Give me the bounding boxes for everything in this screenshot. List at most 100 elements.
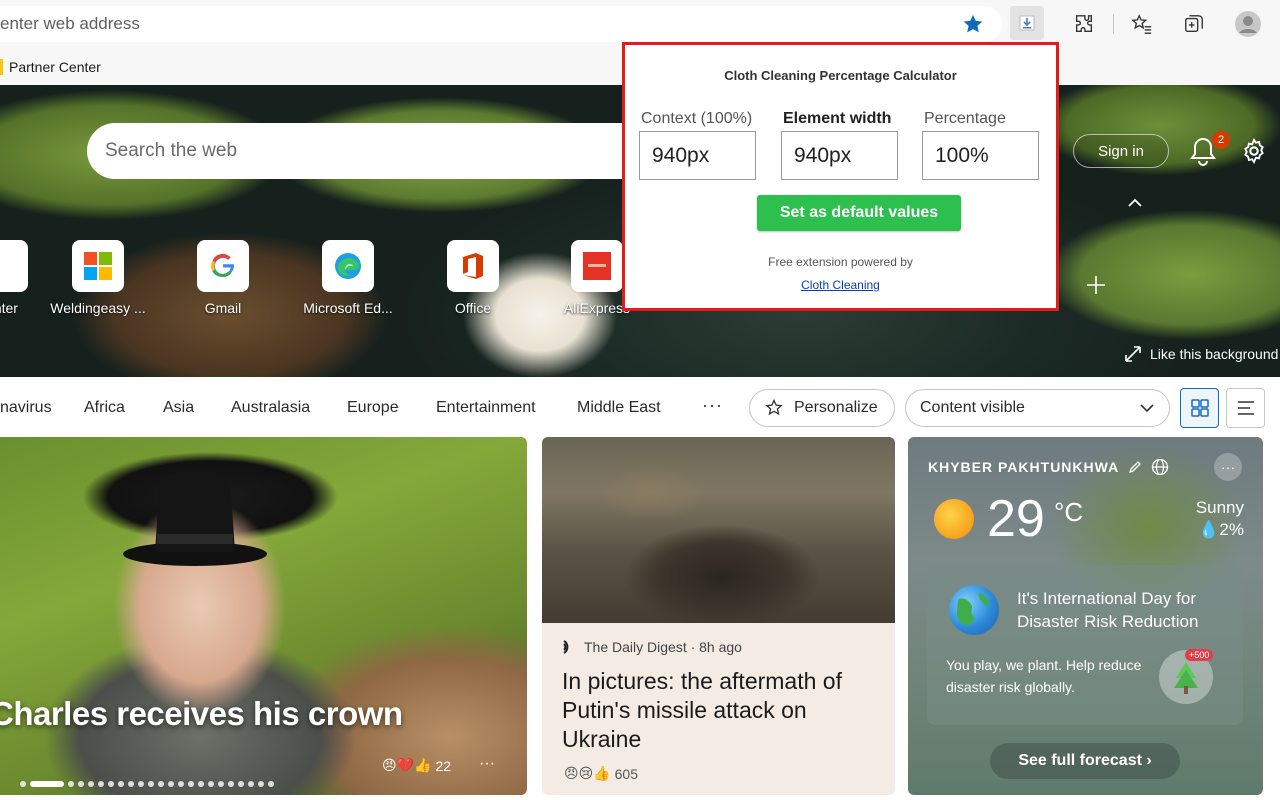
web-search-box[interactable] [87,123,647,179]
carousel-dot[interactable] [20,781,26,787]
quick-link-tile[interactable]: Microsoft Ed... [278,240,418,320]
promo-badge-count: +500 [1185,649,1214,661]
carousel-dot[interactable] [88,781,94,787]
favorites-list-icon[interactable] [1126,8,1158,40]
carousel-dot[interactable] [178,781,184,787]
grid-layout-button[interactable] [1180,388,1219,428]
content-visibility-dropdown[interactable]: Content visible [905,389,1170,427]
carousel-indicator [20,781,274,787]
google-logo-icon [197,240,249,292]
nav-item[interactable]: Middle East [577,399,661,417]
carousel-dot[interactable] [218,781,224,787]
element-width-field-group: Element width [781,110,901,180]
extensions-puzzle-icon[interactable] [1068,8,1100,40]
content-visibility-value: Content visible [920,399,1025,416]
context-input[interactable] [639,131,756,180]
personalize-button[interactable]: Personalize [749,389,895,427]
tile-label: Gmail [204,300,242,316]
cloth-cleaning-link[interactable]: Cloth Cleaning [625,278,1056,292]
element-width-input[interactable] [781,131,898,180]
carousel-dot[interactable] [188,781,194,787]
nav-item[interactable]: Entertainment [436,399,536,417]
news-source-line: The Daily Digest · 8h ago [562,639,742,655]
edge-logo-icon [322,240,374,292]
collapse-chevron-up-icon[interactable] [1125,193,1145,213]
publisher-logo-icon [563,640,569,654]
news-card[interactable]: The Daily Digest · 8h ago In pictures: t… [542,437,895,795]
reaction-summary[interactable]: 😠💔👍 22 [382,757,451,774]
nav-item[interactable]: Asia [163,399,194,417]
nav-item[interactable]: Australasia [231,399,310,417]
weather-more-button[interactable]: ··· [1214,453,1242,481]
list-layout-icon [1237,401,1254,415]
edit-pencil-icon[interactable] [1127,459,1143,475]
reaction-emojis-icon: 😠💔👍 [382,757,432,773]
carousel-dot[interactable] [118,781,124,787]
personalize-label: Personalize [794,399,878,416]
disaster-day-promo[interactable]: It's International Day for Disaster Risk… [927,565,1243,725]
web-search-input[interactable] [105,140,605,162]
extension-popup: Cloth Cleaning Percentage Calculator Con… [622,42,1059,311]
favorite-star-icon[interactable] [957,8,989,40]
nav-item[interactable]: Europe [347,399,399,417]
weather-location-text: KHYBER PAKHTUNKHWA [928,459,1120,475]
globe-icon[interactable] [1151,458,1169,476]
carousel-dot-active[interactable] [30,781,64,787]
news-headline[interactable]: In pictures: the aftermath of Putin's mi… [562,667,882,754]
carousel-dot[interactable] [158,781,164,787]
quick-link-tile[interactable]: Weldingeasy ... [28,240,168,320]
powered-by-text: Free extension powered by [768,255,913,269]
nav-item[interactable]: navirus [0,399,52,417]
carousel-dot[interactable] [228,781,234,787]
nav-item[interactable]: Africa [84,399,125,417]
expand-arrows-icon [1125,346,1141,362]
bookmark-partner-center[interactable]: Partner Center [0,56,101,78]
sign-in-button[interactable]: Sign in [1073,134,1169,168]
carousel-dot[interactable] [198,781,204,787]
address-bar[interactable] [0,6,1002,42]
bookmark-favicon-icon [0,59,3,75]
address-input[interactable] [0,6,940,42]
list-layout-button[interactable] [1226,388,1265,428]
carousel-dot[interactable] [248,781,254,787]
collections-icon[interactable] [1178,8,1210,40]
carousel-dot[interactable] [268,781,274,787]
news-source-text: The Daily Digest · 8h ago [584,639,742,655]
temperature-unit[interactable]: °C [1054,497,1083,528]
tile-app-icon [0,240,28,292]
carousel-dot[interactable] [138,781,144,787]
carousel-dot[interactable] [98,781,104,787]
top-hat-illustration [123,470,267,566]
notification-count-badge: 2 [1212,131,1230,149]
top-story-headline: Charles receives his crown [0,695,403,732]
extension-button-icon[interactable] [1010,6,1044,40]
nav-more-button[interactable]: ··· [702,395,723,416]
news-category-nav: navirus Africa Asia Australasia Europe E… [0,377,1280,437]
carousel-dot[interactable] [128,781,134,787]
percentage-label: Percentage [924,110,1006,127]
percentage-input[interactable] [922,131,1039,180]
carousel-dot[interactable] [68,781,74,787]
reaction-summary[interactable]: 😠😢👍 605 [564,765,638,782]
carousel-dot[interactable] [78,781,84,787]
weather-card[interactable]: KHYBER PAKHTUNKHWA ··· 29 °C Sunny 💧2% I… [908,437,1263,795]
card-more-button[interactable]: ··· [479,755,495,773]
profile-avatar-icon[interactable] [1232,8,1264,40]
carousel-dot[interactable] [238,781,244,787]
set-default-values-button[interactable]: Set as default values [757,195,961,231]
see-full-forecast-button[interactable]: See full forecast › [990,743,1180,779]
like-background-link[interactable]: Like this background [1124,345,1278,363]
settings-gear-icon[interactable] [1240,137,1268,165]
toolbar-divider [1113,14,1114,34]
carousel-dot[interactable] [148,781,154,787]
carousel-dot[interactable] [108,781,114,787]
carousel-dot[interactable] [258,781,264,787]
quick-link-tile[interactable]: Gmail [153,240,293,320]
quick-link-tile[interactable]: Office [403,240,543,320]
top-story-card[interactable]: Charles receives his crown 😠💔👍 22 ··· [0,437,527,795]
earth-globe-icon [949,585,999,635]
add-shortcut-plus-icon[interactable] [1084,273,1108,297]
aliexpress-logo-icon [571,240,623,292]
carousel-dot[interactable] [208,781,214,787]
carousel-dot[interactable] [168,781,174,787]
